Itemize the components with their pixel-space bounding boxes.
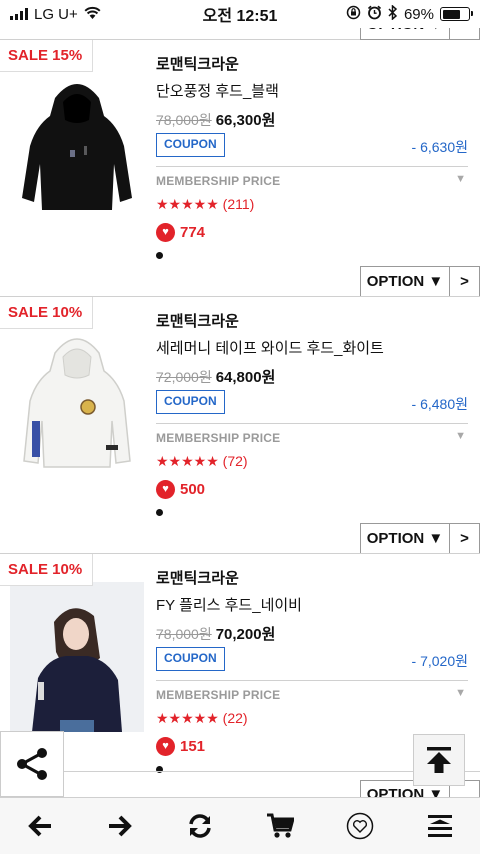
heart-outline-icon <box>346 812 374 840</box>
scroll-to-top-button[interactable] <box>413 734 465 786</box>
bottom-toolbar <box>0 797 480 854</box>
cart-icon <box>267 813 294 838</box>
product-image[interactable] <box>10 325 144 475</box>
original-price: 72,000원 <box>156 369 212 385</box>
product-list: SALE 15% 로맨틱크라운 단오풍정 후드_블랙 78,000원 66,30… <box>0 40 480 811</box>
like-count: 151 <box>180 738 206 755</box>
forward-button[interactable] <box>90 804 150 848</box>
color-swatch[interactable] <box>156 509 163 516</box>
product-image[interactable] <box>10 582 144 732</box>
coupon-discount: - 7,020원 <box>411 653 468 669</box>
rating-stars: ★★★★★ <box>156 196 219 212</box>
rating-count: (72) <box>222 453 248 469</box>
product-name[interactable]: 세레머니 테이프 와이드 후드_화이트 <box>156 337 384 358</box>
product-item[interactable]: SALE 15% 로맨틱크라운 단오풍정 후드_블랙 78,000원 66,30… <box>0 40 480 297</box>
sale-badge: SALE 10% <box>0 554 94 586</box>
product-name[interactable]: FY 플리스 후드_네이비 <box>156 594 302 615</box>
back-arrow-icon <box>28 815 51 837</box>
product-name[interactable]: 단오풍정 후드_블랙 <box>156 80 279 101</box>
coupon-discount: - 6,630원 <box>411 139 468 155</box>
divider <box>156 680 468 681</box>
likes[interactable]: ♥ 500 <box>156 480 205 499</box>
coupon-badge[interactable]: COUPON <box>156 390 225 414</box>
rating-count: (22) <box>222 710 248 726</box>
heart-icon: ♥ <box>156 737 175 756</box>
membership-price-label[interactable]: MEMBERSHIP PRICE <box>156 174 280 188</box>
divider <box>156 166 468 167</box>
next-button[interactable]: > <box>450 266 480 296</box>
rating-count: (211) <box>222 196 255 212</box>
battery-fill <box>442 9 460 19</box>
color-swatch[interactable] <box>156 252 163 259</box>
sale-price: 64,800원 <box>215 369 276 386</box>
menu-collapse-icon <box>428 815 452 837</box>
refresh-icon <box>189 814 211 838</box>
arrow-up-to-top-icon <box>427 747 451 773</box>
coupon-badge[interactable]: COUPON <box>156 133 225 157</box>
menu-button[interactable] <box>410 804 470 848</box>
price-row: 78,000원 70,200원 <box>156 623 275 644</box>
product-image[interactable] <box>10 68 144 218</box>
share-icon <box>17 748 47 780</box>
status-bar: LG U+ 오전 12:51 69% <box>0 0 480 28</box>
battery-percent: 69% <box>403 5 434 23</box>
rating: ★★★★★ (211) <box>156 196 254 213</box>
status-left: LG U+ <box>10 6 101 23</box>
option-button[interactable]: OPTION ▼ <box>360 266 450 296</box>
likes[interactable]: ♥ 774 <box>156 223 205 242</box>
price-row: 72,000원 64,800원 <box>156 366 275 387</box>
divider <box>156 423 468 424</box>
forward-arrow-icon <box>109 815 132 837</box>
product-item[interactable]: SALE 10% 로맨틱크라운 세레머니 테이프 와이드 후드_화이트 72,0… <box>0 297 480 554</box>
carrier-label: LG U+ <box>34 5 78 23</box>
heart-icon: ♥ <box>156 223 175 242</box>
cart-button[interactable] <box>250 804 310 848</box>
membership-expand-icon[interactable]: ▼ <box>455 173 466 185</box>
option-button[interactable]: OPTION ▼ <box>360 523 450 553</box>
sale-badge: SALE 10% <box>0 297 94 329</box>
membership-expand-icon[interactable]: ▼ <box>455 430 466 442</box>
sale-price: 66,300원 <box>215 112 276 129</box>
refresh-button[interactable] <box>170 804 230 848</box>
rating-stars: ★★★★★ <box>156 710 219 726</box>
back-button[interactable] <box>10 804 70 848</box>
next-button[interactable]: > <box>450 523 480 553</box>
like-count: 774 <box>180 224 206 241</box>
membership-price-label[interactable]: MEMBERSHIP PRICE <box>156 688 280 702</box>
brand-name: 로맨틱크라운 <box>156 56 239 73</box>
cellular-signal-icon <box>10 8 28 20</box>
wishlist-button[interactable] <box>330 804 390 848</box>
share-button[interactable] <box>0 731 64 797</box>
original-price: 78,000원 <box>156 112 212 128</box>
price-row: 78,000원 66,300원 <box>156 109 275 130</box>
alarm-icon <box>367 5 382 24</box>
membership-price-label[interactable]: MEMBERSHIP PRICE <box>156 431 280 445</box>
brand-name: 로맨틱크라운 <box>156 570 239 587</box>
wifi-icon <box>84 6 101 23</box>
bluetooth-icon <box>388 3 398 24</box>
sale-badge: SALE 15% <box>0 40 94 72</box>
brand-name: 로맨틱크라운 <box>156 313 239 330</box>
likes[interactable]: ♥ 151 <box>156 737 205 756</box>
battery-icon <box>440 7 473 21</box>
coupon-badge[interactable]: COUPON <box>156 647 225 671</box>
status-right: 69% <box>346 3 473 24</box>
rotation-lock-icon <box>346 5 361 24</box>
sale-price: 70,200원 <box>215 626 276 643</box>
membership-expand-icon[interactable]: ▼ <box>455 687 466 699</box>
rating: ★★★★★ (72) <box>156 453 248 470</box>
rating-stars: ★★★★★ <box>156 453 219 469</box>
like-count: 500 <box>180 481 206 498</box>
next-item-peek: OPTION ▼ <box>0 771 480 799</box>
coupon-discount: - 6,480원 <box>411 396 468 412</box>
heart-icon: ♥ <box>156 480 175 499</box>
original-price: 78,000원 <box>156 626 212 642</box>
rating: ★★★★★ (22) <box>156 710 248 727</box>
